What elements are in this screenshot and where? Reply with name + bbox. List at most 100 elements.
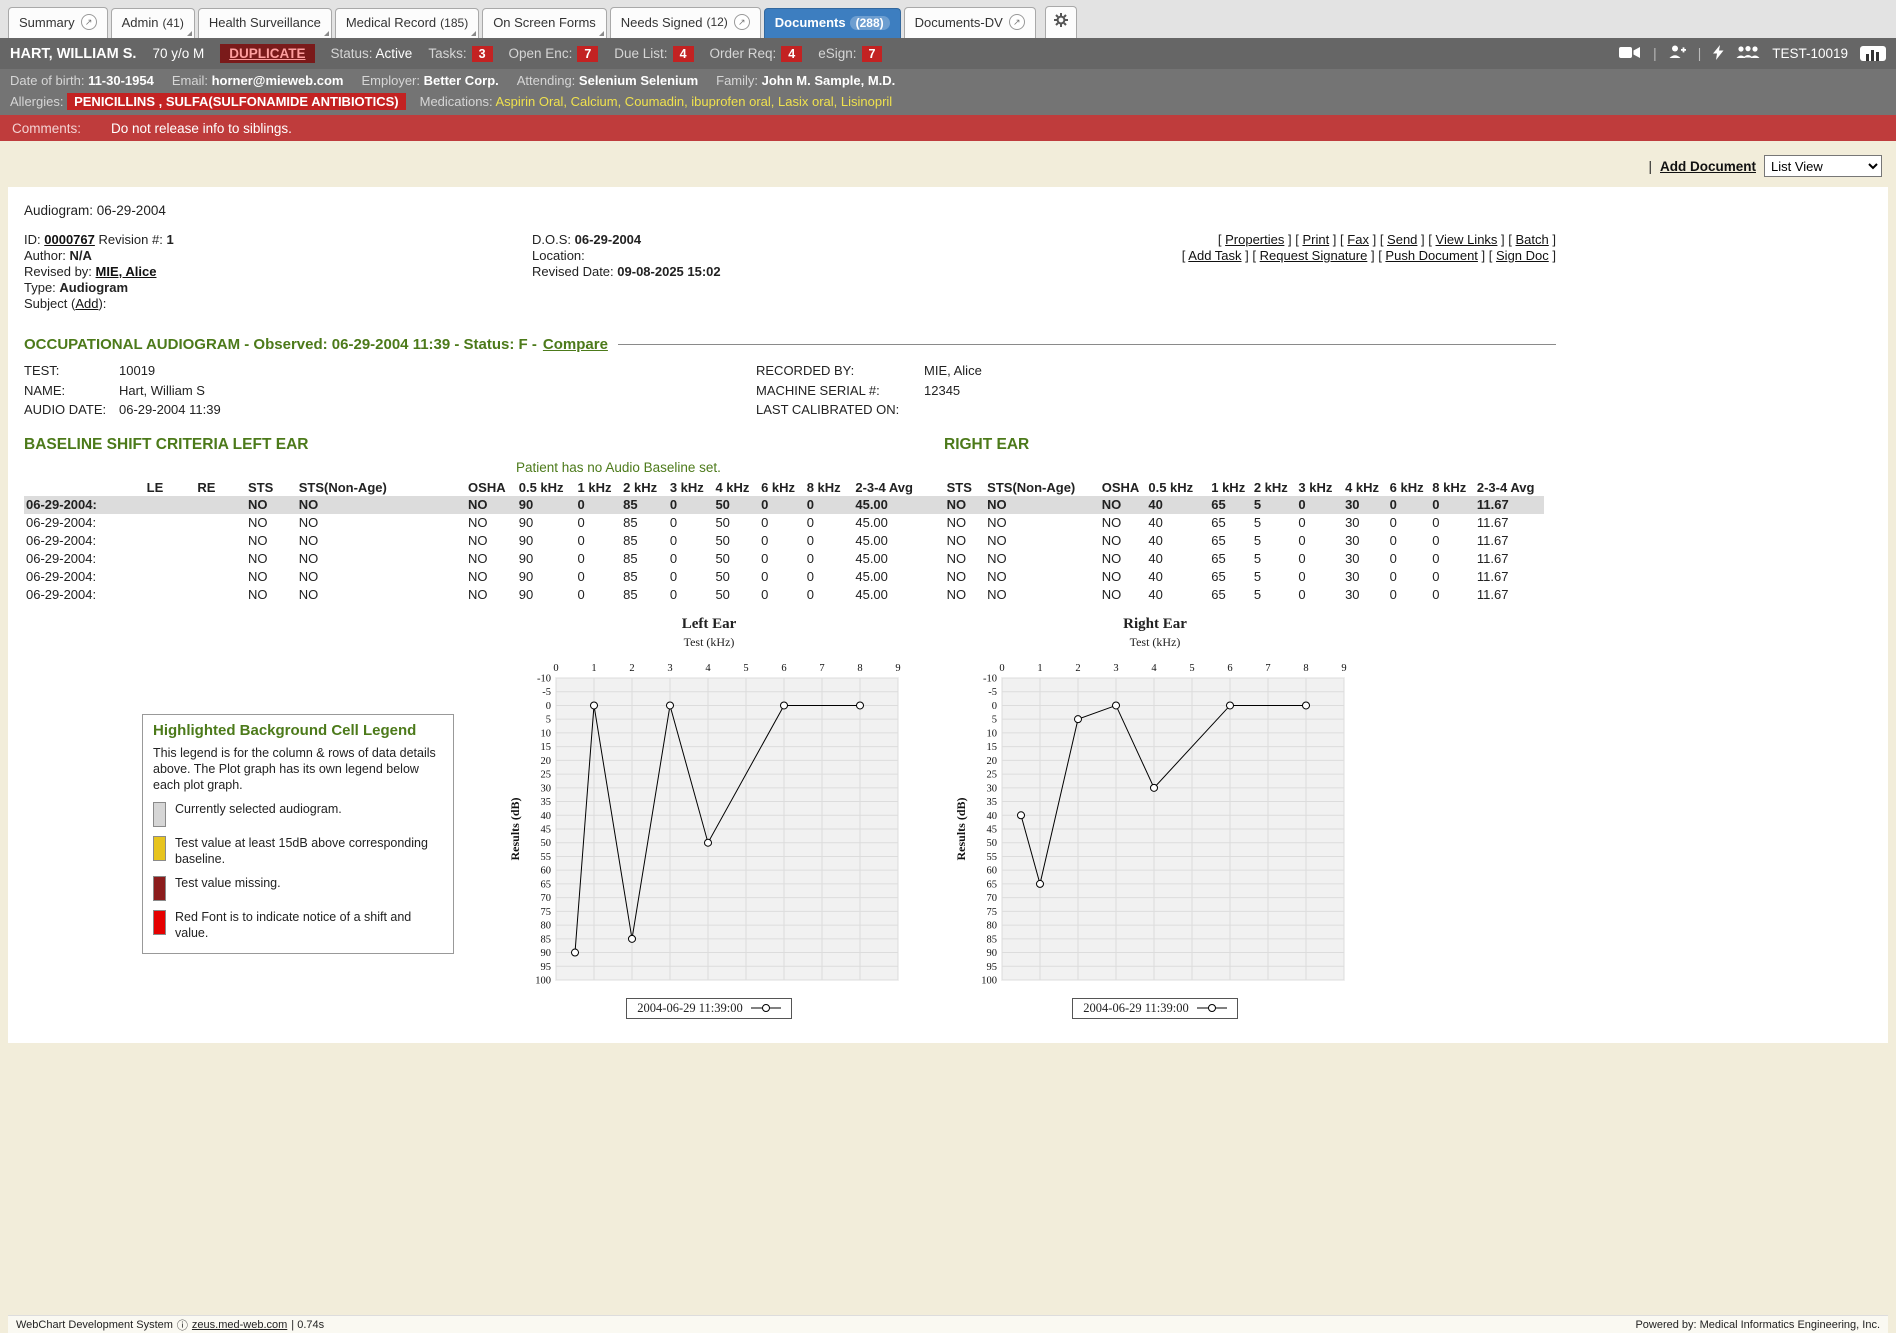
document-id-link[interactable]: 0000767 [44, 232, 95, 247]
tasks-count-badge[interactable]: 3 [472, 46, 493, 62]
tab-needs-signed[interactable]: Needs Signed(12) ↗ [610, 7, 761, 38]
svg-text:60: 60 [541, 865, 552, 876]
allergies-chip[interactable]: PENICILLINS , SULFA(SULFONAMIDE ANTIBIOT… [67, 93, 406, 110]
doc-action-batch[interactable]: Batch [1516, 232, 1549, 247]
column-header: 1 kHz [1209, 479, 1252, 496]
series-symbol-icon [1197, 1003, 1227, 1013]
audiogram-row[interactable]: 06-29-2004:NONONO900850500045.00NONONO40… [24, 532, 1544, 550]
lightning-icon[interactable] [1713, 45, 1724, 63]
column-header: 3 kHz [668, 479, 714, 496]
svg-text:2: 2 [1075, 663, 1080, 674]
svg-text:30: 30 [987, 783, 998, 794]
svg-text:Results (dB): Results (dB) [954, 797, 968, 860]
family-doctor-value: John M. Sample, M.D. [762, 73, 896, 88]
svg-text:85: 85 [987, 934, 998, 945]
svg-text:0: 0 [546, 700, 551, 711]
chart-button[interactable] [1860, 46, 1886, 61]
divider: | [1648, 159, 1652, 174]
series-symbol-icon [751, 1003, 781, 1013]
svg-text:90: 90 [541, 948, 552, 959]
settings-tab[interactable] [1045, 6, 1077, 38]
revised-by-link[interactable]: MIE, Alice [96, 264, 157, 279]
audiogram-row[interactable]: 06-29-2004:NONONO900850500045.00NONONO40… [24, 496, 1544, 514]
doc-action-sign-doc[interactable]: Sign Doc [1496, 248, 1549, 263]
compare-link[interactable]: Compare [543, 336, 608, 353]
column-header: 2-3-4 Avg [853, 479, 944, 496]
legend-item: Currently selected audiogram. [153, 801, 443, 827]
doc-action-fax[interactable]: Fax [1347, 232, 1369, 247]
patient-status: Active [376, 46, 413, 61]
tab-documents[interactable]: Documents(288) [764, 8, 901, 38]
audiogram-row[interactable]: 06-29-2004:NONONO900850500045.00NONONO40… [24, 514, 1544, 532]
svg-text:15: 15 [987, 742, 998, 753]
svg-text:75: 75 [987, 906, 998, 917]
doc-action-print[interactable]: Print [1302, 232, 1329, 247]
doc-action-properties[interactable]: Properties [1225, 232, 1284, 247]
author-value: N/A [70, 248, 92, 263]
right-ear-chart-block: Right Ear Test (kHz) 0123456789-10-50510… [954, 616, 1356, 1019]
audiogram-row[interactable]: 06-29-2004:NONONO900850500045.00NONONO40… [24, 568, 1544, 586]
duplicate-flag[interactable]: DUPLICATE [220, 44, 314, 63]
audiogram-info: TEST:10019 NAME:Hart, William S AUDIO DA… [24, 361, 1556, 420]
audiogram-row[interactable]: 06-29-2004:NONONO900850500045.00NONONO40… [24, 586, 1544, 604]
doc-actions-row-1: [ Properties ] [ Print ] [ Fax ] [ Send … [1182, 232, 1556, 248]
doc-action-push-document[interactable]: Push Document [1385, 248, 1478, 263]
video-call-icon[interactable] [1619, 46, 1641, 62]
svg-text:85: 85 [541, 934, 552, 945]
svg-text:9: 9 [895, 663, 900, 674]
audiogram-row[interactable]: 06-29-2004:NONONO900850500045.00NONONO40… [24, 550, 1544, 568]
group-icon[interactable] [1736, 46, 1760, 62]
doc-action-request-signature[interactable]: Request Signature [1260, 248, 1368, 263]
employer-value: Better Corp. [424, 73, 499, 88]
tab-admin[interactable]: Admin(41) [111, 8, 195, 38]
medications-list[interactable]: Aspirin Oral, Calcium, Coumadin, ibuprof… [496, 94, 893, 109]
svg-text:100: 100 [981, 975, 997, 986]
svg-text:35: 35 [541, 797, 552, 808]
svg-text:-5: -5 [988, 687, 997, 698]
open-new-window-icon[interactable]: ↗ [1009, 14, 1025, 30]
doc-action-view-links[interactable]: View Links [1436, 232, 1498, 247]
chart-xlabel: Test (kHz) [508, 635, 910, 650]
patient-demographics: Date of birth: 11-30-1954 Email: horner@… [0, 69, 1896, 91]
add-user-icon[interactable] [1669, 45, 1686, 62]
esign-count-badge[interactable]: 7 [862, 46, 883, 62]
tab-medical-record[interactable]: Medical Record(185) [335, 8, 479, 38]
footer-host-link[interactable]: zeus.med-web.com [192, 1319, 287, 1331]
doc-action-send[interactable]: Send [1387, 232, 1417, 247]
doc-actions-row-2: [ Add Task ] [ Request Signature ] [ Pus… [1182, 248, 1556, 264]
doc-action-add-task[interactable]: Add Task [1188, 248, 1241, 263]
view-select[interactable]: List View [1764, 155, 1882, 177]
open-new-window-icon[interactable]: ↗ [734, 14, 750, 30]
svg-text:10: 10 [987, 728, 998, 739]
column-header: OSHA [466, 479, 517, 496]
tab-health-surveillance[interactable]: Health Surveillance [198, 8, 332, 38]
due-list-count-badge[interactable]: 4 [673, 46, 694, 62]
subject-add-link[interactable]: Add [75, 296, 98, 311]
tab-documents-dv[interactable]: Documents-DV ↗ [904, 7, 1036, 38]
column-header: 3 kHz [1296, 479, 1343, 496]
revised-date-value: 09-08-2025 15:02 [617, 264, 720, 279]
document-controls: | Add Document List View [8, 151, 1888, 187]
column-header: 2 kHz [621, 479, 668, 496]
svg-text:100: 100 [535, 975, 551, 986]
svg-text:6: 6 [781, 663, 786, 674]
legend-swatch [153, 836, 166, 861]
svg-text:40: 40 [541, 810, 552, 821]
column-header: 1 kHz [576, 479, 622, 496]
add-document-link[interactable]: Add Document [1660, 159, 1756, 174]
svg-text:25: 25 [987, 769, 998, 780]
tab-summary[interactable]: Summary ↗ [8, 7, 108, 38]
open-new-window-icon[interactable]: ↗ [81, 14, 97, 30]
svg-text:5: 5 [992, 714, 997, 725]
svg-text:3: 3 [1113, 663, 1118, 674]
powered-by: Powered by: Medical Informatics Engineer… [1635, 1319, 1880, 1331]
email-value[interactable]: horner@mieweb.com [212, 73, 344, 88]
svg-text:1: 1 [591, 663, 596, 674]
svg-text:7: 7 [1265, 663, 1270, 674]
order-req-count-badge[interactable]: 4 [781, 46, 802, 62]
tab-on-screen-forms[interactable]: On Screen Forms [482, 8, 607, 38]
info-icon[interactable]: ⓘ [177, 1317, 188, 1333]
open-enc-count-badge[interactable]: 7 [577, 46, 598, 62]
svg-text:70: 70 [987, 893, 998, 904]
legend-item: Red Font is to indicate notice of a shif… [153, 909, 443, 941]
